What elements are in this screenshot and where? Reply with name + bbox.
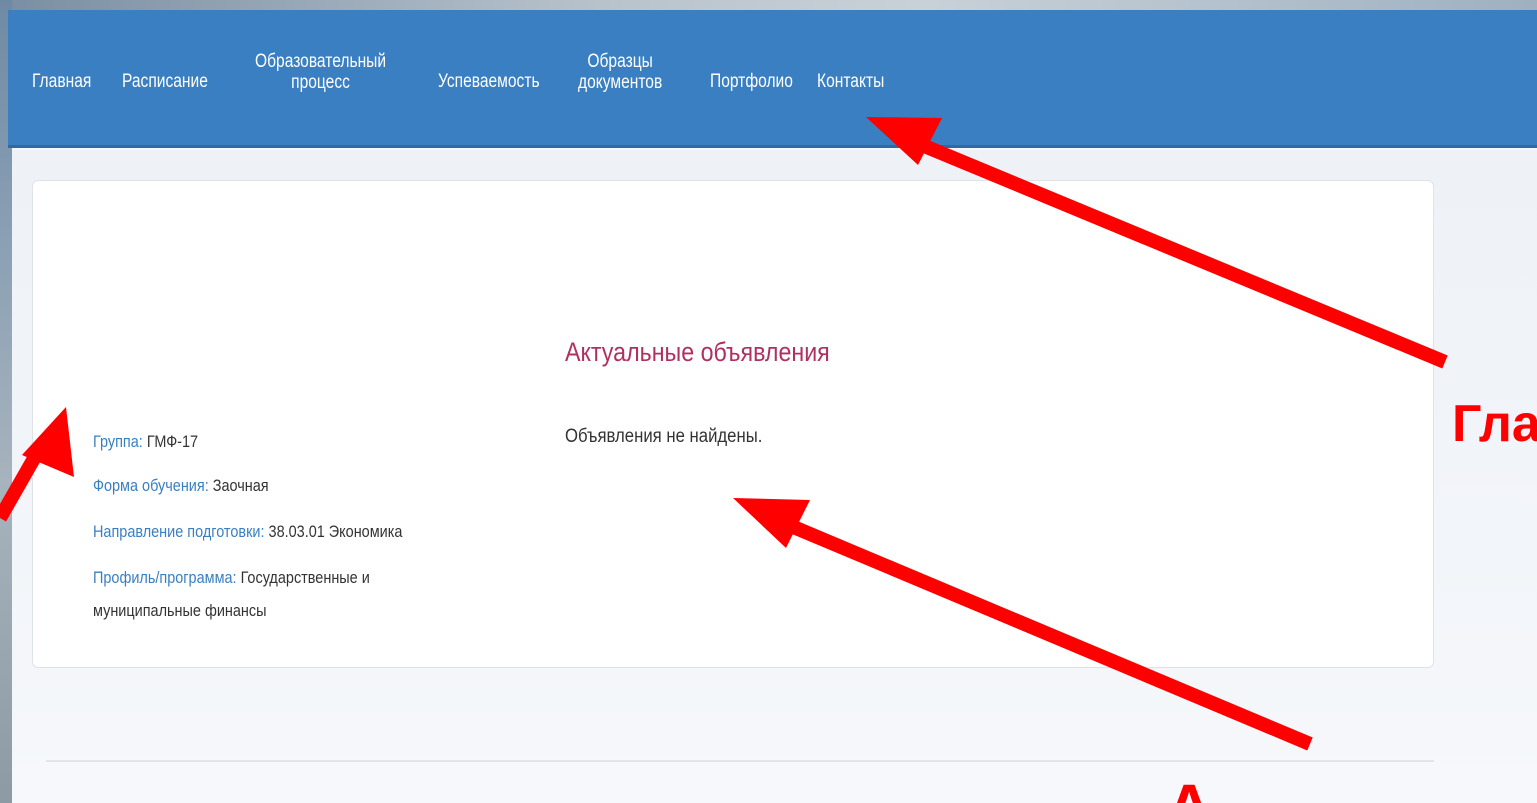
arrow-to-profile [0, 407, 74, 522]
arrow-to-nav [866, 117, 1448, 369]
overlay-label-bottom: А [1166, 775, 1212, 803]
annotation-arrows [0, 117, 1448, 751]
arrow-to-announcements [733, 498, 1313, 751]
overlay-label-right: Гла [1452, 395, 1537, 453]
